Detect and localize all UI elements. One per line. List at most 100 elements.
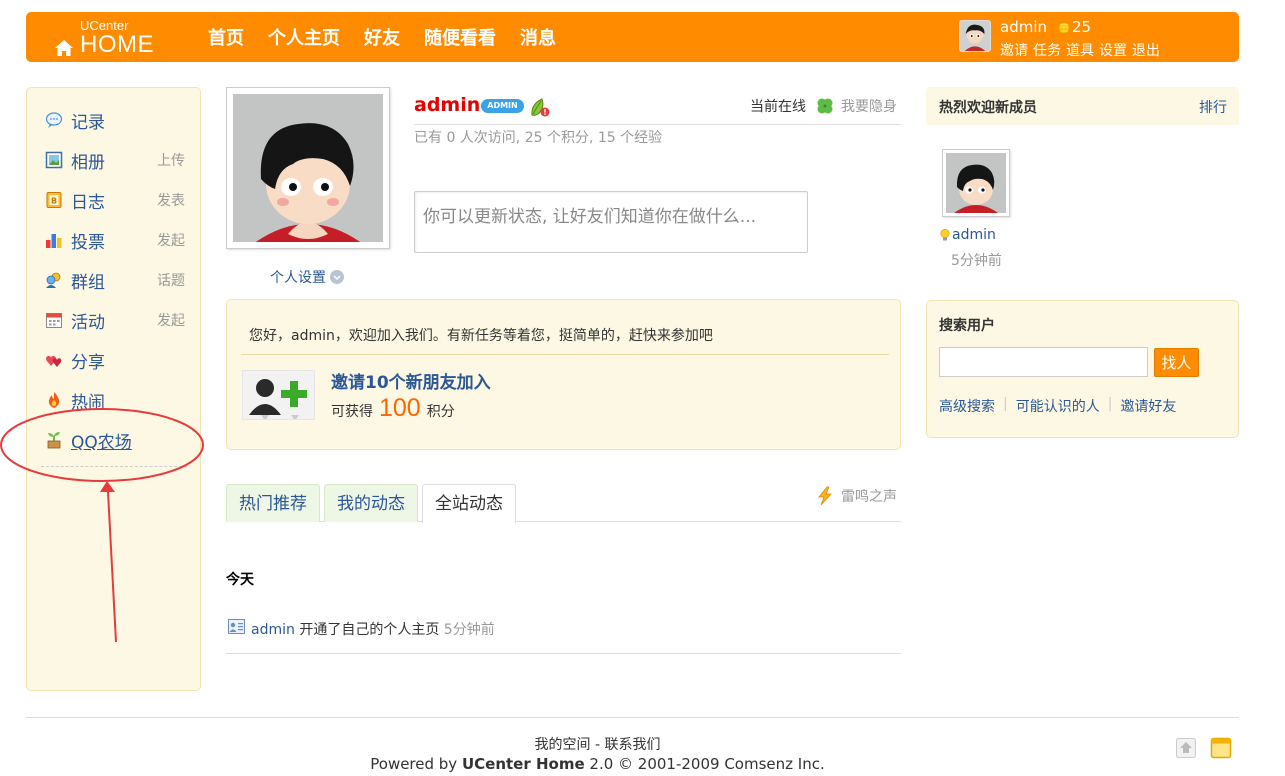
calendar-icon [46,313,62,328]
status-update-input[interactable] [414,191,808,253]
nav-personal-page[interactable]: 个人主页 [268,24,340,50]
my-space-link[interactable]: 我的空间 [535,737,591,753]
sidebar-item-label: 分享 [71,352,105,373]
sidebar-action-publish[interactable]: 发表 [157,190,185,210]
profile-name[interactable]: admin [414,94,480,116]
task-reward-points: 100 [379,394,421,422]
nav-browse[interactable]: 随便看看 [424,24,496,50]
new-members-header: 热烈欢迎新成员 排行 [926,87,1239,125]
task-title-link[interactable]: 邀请10个新朋友加入 [331,368,491,393]
tasks-link[interactable]: 任务 [1033,40,1061,60]
sidebar-item-group[interactable]: 群组 话题 [45,267,185,293]
new-member-name: admin [952,227,996,243]
photo-icon [45,151,63,169]
people-you-may-know-link[interactable]: 可能认识的人 [1016,396,1100,416]
sidebar-item-share[interactable]: 分享 [45,347,185,373]
footer-links: 我的空间 - 联系我们 [0,734,1195,754]
cartoon-boy-portrait-icon [233,94,383,242]
sidebar-item-album[interactable]: 相册 上传 [45,147,185,173]
sidebar-action-start-event[interactable]: 发起 [157,310,185,330]
new-member-avatar[interactable] [942,149,1010,217]
logout-link[interactable]: 退出 [1132,40,1160,60]
new-member-name-link[interactable]: admin [939,227,996,243]
task-reward-prefix: 可获得 [331,404,373,420]
find-user-button[interactable]: 找人 [1154,348,1199,377]
avatar[interactable] [959,20,991,52]
profile-card-icon [228,619,245,634]
task-welcome-text: 您好，admin，欢迎加入我们。有新任务等着您，挺简单的，赶快来参加吧 [249,328,713,344]
sidebar-item-record[interactable]: 记录 [45,107,185,133]
online-status: 当前在线 [750,99,806,115]
sprout-icon [47,432,61,449]
logo-big-text: HOME [80,31,154,58]
blog-icon: B [46,192,62,208]
admin-badge: ADMIN [481,99,524,113]
header-user-name[interactable]: admin [1000,18,1047,36]
sidebar-item-label: 记录 [71,112,105,133]
nav-messages[interactable]: 消息 [520,24,556,50]
personal-settings-label: 个人设置 [270,270,326,286]
powered-prefix: Powered by [370,755,462,773]
link-separator: | [1003,396,1008,412]
top-header-bar: UCenter HOME 首页 个人主页 好友 随便看看 消息 admin 25 [26,12,1239,62]
cartoon-boy-avatar-icon [946,153,1006,213]
invite-friends-link[interactable]: 邀请好友 [1120,396,1176,416]
search-users-panel: 搜索用户 找人 高级搜索 | 可能认识的人 | 邀请好友 [926,300,1239,438]
main-nav: 首页 个人主页 好友 随便看看 消息 [208,24,556,50]
ranking-link[interactable]: 排行 [1199,97,1227,117]
task-divider [241,354,889,355]
footer-divider [26,717,1239,718]
sidebar-action-start-poll[interactable]: 发起 [157,230,185,250]
sidebar-item-event[interactable]: 活动 发起 [45,307,185,333]
sidebar-action-upload[interactable]: 上传 [157,150,185,170]
sidebar-item-hot[interactable]: 热闹 [45,387,185,413]
tab-my-feed[interactable]: 我的动态 [324,484,418,522]
settings-link[interactable]: 设置 [1099,40,1127,60]
search-input[interactable] [939,347,1148,377]
lightning-icon [818,486,832,506]
sidebar-item-label: 热闹 [71,392,105,413]
go-invisible-link[interactable]: 我要隐身 [841,96,897,116]
tab-hot-recommend[interactable]: 热门推荐 [226,484,320,522]
user-info-box: admin 25 邀请 任务 道具 设置 退出 [959,16,1179,60]
nav-friends[interactable]: 好友 [364,24,400,50]
fire-icon [48,392,60,408]
svg-text:B: B [51,197,57,206]
thunder-voice-link[interactable]: 雷鸣之声 [841,486,897,506]
feed-tabs: 热门推荐 我的动态 全站动态 [226,484,516,523]
invite-link[interactable]: 邀请 [1000,40,1028,60]
advanced-search-link[interactable]: 高级搜索 [939,396,995,416]
feed-entry-time: 5分钟前 [443,622,495,638]
chevron-down-icon [330,270,344,284]
sidebar-item-poll[interactable]: 投票 发起 [45,227,185,253]
new-member-time: 5分钟前 [951,253,1002,269]
profile-photo[interactable] [226,87,390,249]
personal-settings-link[interactable]: 个人设置 [270,267,344,287]
profile-divider [414,124,901,125]
sidebar-divider [41,466,187,467]
sidebar-item-blog[interactable]: B 日志 发表 [45,187,185,213]
feed-divider [226,653,901,654]
search-users-title: 搜索用户 [939,318,995,334]
powered-brand: UCenter Home [461,755,585,773]
leaf-level-icon [531,98,550,117]
feed-entry-user[interactable]: admin [251,622,295,638]
powered-by: Powered by UCenter Home 2.0 © 2001-2009 … [0,755,1195,773]
task-reward: 可获得 100 积分 [331,394,455,423]
sidebar-item-qq-farm[interactable]: QQ农场 [45,427,185,453]
add-friend-task-image[interactable] [242,370,315,420]
poll-chart-icon [46,234,62,248]
ucenter-home-logo[interactable]: UCenter HOME [54,16,164,58]
tab-site-feed[interactable]: 全站动态 [422,484,516,523]
skin-switch-icon[interactable] [1210,737,1232,759]
home-icon [55,40,73,56]
sidebar-action-topic[interactable]: 话题 [157,270,185,290]
powered-suffix: 2.0 © 2001-2009 Comsenz Inc. [584,755,825,773]
nav-home[interactable]: 首页 [208,24,244,50]
feed-entry: admin 开通了自己的个人主页 5分钟前 [251,619,495,639]
contact-us-link[interactable]: 联系我们 [604,737,660,753]
props-link[interactable]: 道具 [1066,40,1094,60]
sidebar-item-label: 活动 [71,312,105,333]
back-to-top-icon[interactable] [1175,737,1197,759]
coin-count: 25 [1072,18,1092,36]
